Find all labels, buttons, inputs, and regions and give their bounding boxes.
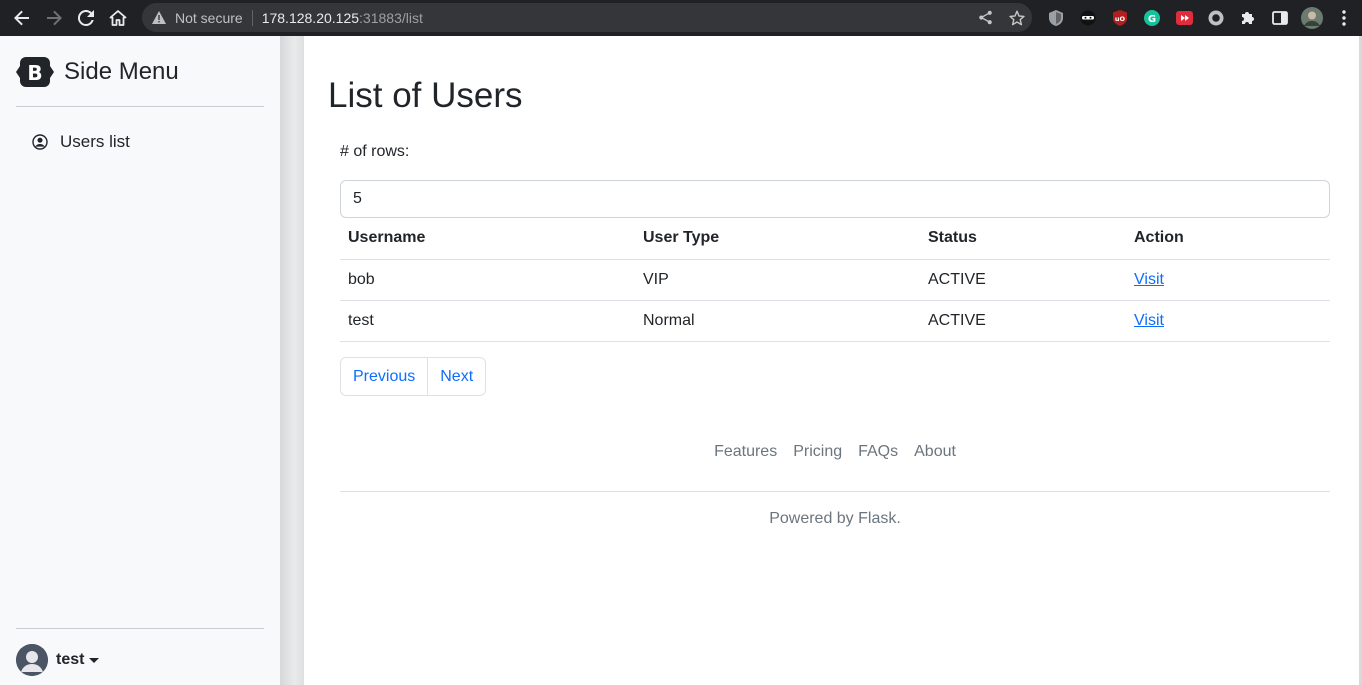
column-header-username: Username xyxy=(340,218,635,260)
profile-avatar-icon[interactable] xyxy=(1296,0,1328,36)
sidebar-item-label: Users list xyxy=(60,132,130,151)
cell-user-type: Normal xyxy=(635,300,920,342)
security-label[interactable]: Not secure xyxy=(175,10,243,26)
warning-icon xyxy=(151,10,167,26)
reload-icon[interactable] xyxy=(70,2,102,34)
table-row: bob VIP ACTIVE Visit xyxy=(340,259,1330,301)
cell-username: test xyxy=(340,300,635,342)
cell-status: ACTIVE xyxy=(920,259,1126,301)
column-header-user-type: User Type xyxy=(635,218,920,260)
table-row: test Normal ACTIVE Visit xyxy=(340,300,1330,342)
person-circle-icon xyxy=(32,134,48,150)
url-host: 178.128.20.125 xyxy=(261,9,360,26)
share-icon[interactable] xyxy=(976,9,994,27)
pagination: Previous Next xyxy=(340,357,487,396)
brand-link[interactable]: B Side Menu xyxy=(16,56,179,88)
sidebar-gutter xyxy=(280,36,304,685)
rows-label: # of rows: xyxy=(340,143,410,160)
svg-text:G: G xyxy=(1148,14,1156,25)
cell-username: bob xyxy=(340,259,635,301)
footer-link-features[interactable]: Features xyxy=(706,443,785,461)
bookmark-star-icon[interactable] xyxy=(1008,9,1026,27)
visit-link[interactable]: Visit xyxy=(1134,271,1164,288)
back-icon[interactable] xyxy=(6,2,38,34)
table-header-row: Username User Type Status Action xyxy=(340,218,1330,260)
avatar xyxy=(16,644,48,676)
footer-link-pricing[interactable]: Pricing xyxy=(785,443,850,461)
cell-user-type: VIP xyxy=(635,259,920,301)
omnibox-separator xyxy=(251,9,253,26)
svg-text:uO: uO xyxy=(1115,15,1126,23)
side-panel-icon[interactable] xyxy=(1264,0,1296,36)
url-text[interactable]: 178.128.20.125:31883/list xyxy=(262,10,423,26)
caret-down-icon xyxy=(89,657,100,663)
puzzle-extensions-icon[interactable] xyxy=(1232,0,1264,36)
rows-input[interactable] xyxy=(340,180,1330,218)
ninja-extension-icon[interactable] xyxy=(1072,0,1104,36)
extensions-bar: uO G xyxy=(1040,0,1360,36)
sidebar-divider-top xyxy=(16,106,264,107)
main-content: List of Users # of rows: Username User T… xyxy=(304,36,1359,685)
powered-by-text: Powered by Flask. xyxy=(769,510,901,527)
column-header-action: Action xyxy=(1126,218,1330,260)
sidebar-divider-bottom xyxy=(16,628,264,629)
grammarly-extension-icon[interactable]: G xyxy=(1136,0,1168,36)
visit-link[interactable]: Visit xyxy=(1134,312,1164,329)
cell-action: Visit xyxy=(1126,259,1330,301)
footer-divider xyxy=(340,491,1330,492)
column-header-status: Status xyxy=(920,218,1126,260)
next-button[interactable]: Next xyxy=(427,358,485,395)
address-bar[interactable]: Not secure 178.128.20.125:31883/list xyxy=(142,3,1032,32)
browser-toolbar: Not secure 178.128.20.125:31883/list uO … xyxy=(0,0,1362,36)
sidebar: B Side Menu Users list test xyxy=(0,36,280,685)
url-port-path: :31883/list xyxy=(359,9,423,26)
user-dropdown[interactable]: test xyxy=(16,644,100,676)
users-table: Username User Type Status Action bob VIP… xyxy=(340,218,1330,342)
forward-icon[interactable] xyxy=(38,2,70,34)
video-extension-icon[interactable] xyxy=(1168,0,1200,36)
circle-extension-icon[interactable] xyxy=(1200,0,1232,36)
brand-title: Side Menu xyxy=(64,58,179,85)
home-icon[interactable] xyxy=(102,2,134,34)
sidebar-item-users-list[interactable]: Users list xyxy=(32,132,130,152)
footer-link-about[interactable]: About xyxy=(906,443,964,461)
footer-nav: Features Pricing FAQs About xyxy=(340,443,1330,461)
ublock-extension-icon[interactable]: uO xyxy=(1104,0,1136,36)
previous-button[interactable]: Previous xyxy=(341,358,427,395)
cell-action: Visit xyxy=(1126,300,1330,342)
footer-link-faqs[interactable]: FAQs xyxy=(850,443,906,461)
cell-status: ACTIVE xyxy=(920,300,1126,342)
brand-letter: B xyxy=(27,61,42,85)
bootstrap-logo-icon: B xyxy=(16,57,54,87)
shield-extension-icon[interactable] xyxy=(1040,0,1072,36)
page-title: List of Users xyxy=(328,76,523,115)
user-name: test xyxy=(56,651,85,668)
kebab-menu-icon[interactable] xyxy=(1328,0,1360,36)
